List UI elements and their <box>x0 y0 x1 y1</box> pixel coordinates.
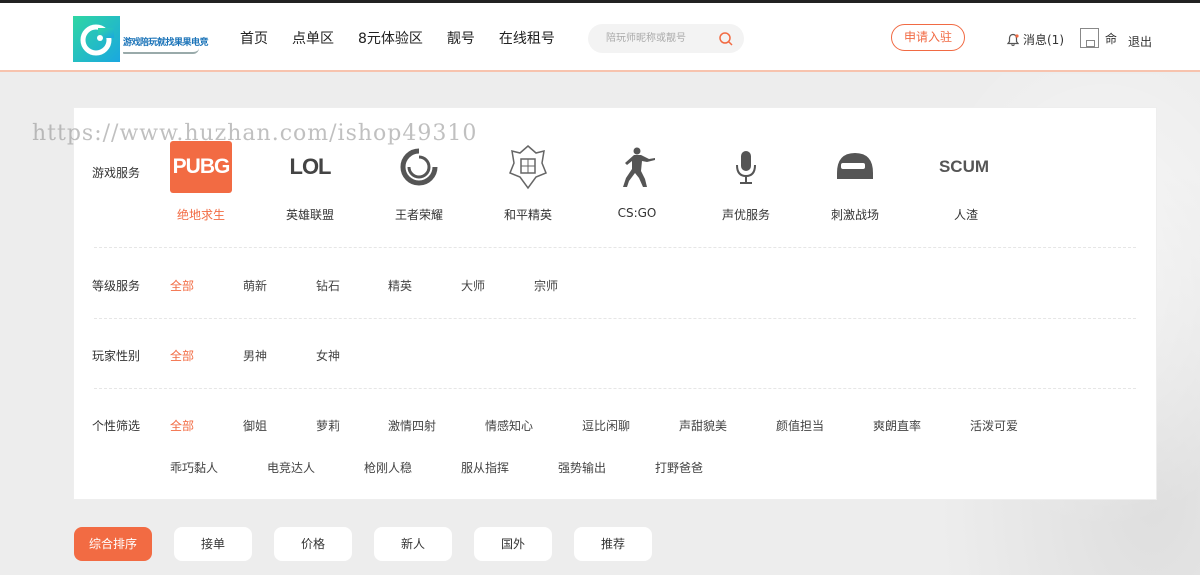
personality-tag[interactable]: 激情四射 <box>388 417 436 434</box>
nav-account-rental[interactable]: 在线租号 <box>499 28 555 48</box>
helmet-icon[interactable] <box>824 141 886 193</box>
game-peace-elite[interactable]: 和平精英 <box>488 206 568 223</box>
personality-label: 个性筛选 <box>92 419 141 433</box>
honor-of-kings-icon[interactable] <box>388 141 450 193</box>
sort-recommended-button[interactable]: 推荐 <box>574 527 652 561</box>
bell-icon <box>1006 33 1020 46</box>
level-all[interactable]: 全部 <box>170 277 194 294</box>
sort-overall-button[interactable]: 综合排序 <box>74 527 152 561</box>
personality-tag[interactable]: 颜值担当 <box>776 417 824 434</box>
personality-tag[interactable]: 情感知心 <box>485 417 533 434</box>
level-novice[interactable]: 萌新 <box>243 277 267 294</box>
search-icon[interactable] <box>718 31 734 47</box>
watermark-text: https://www.huzhan.com/ishop49310 <box>32 121 478 146</box>
main-nav: 首页 点单区 8元体验区 靓号 在线租号 <box>240 28 579 48</box>
personality-tag[interactable]: 强势输出 <box>558 459 606 476</box>
personality-tag[interactable]: 枪刚人稳 <box>364 459 412 476</box>
apply-join-button[interactable]: 申请入驻 <box>891 24 965 51</box>
game-scum[interactable]: 人渣 <box>926 206 1006 223</box>
user-menu[interactable]: 命 <box>1080 28 1117 48</box>
personality-tag[interactable]: 打野爸爸 <box>655 459 703 476</box>
sort-orders-button[interactable]: 接单 <box>174 527 252 561</box>
level-service-label: 等级服务 <box>92 279 141 293</box>
gender-all[interactable]: 全部 <box>170 347 194 364</box>
personality-tag[interactable]: 服从指挥 <box>461 459 509 476</box>
sort-overseas-button[interactable]: 国外 <box>474 527 552 561</box>
personality-tag[interactable]: 电竞达人 <box>267 459 315 476</box>
avatar <box>1080 28 1099 48</box>
scum-icon[interactable]: SCUM <box>933 141 995 193</box>
peace-elite-icon[interactable] <box>497 141 559 193</box>
level-diamond[interactable]: 钻石 <box>316 277 340 294</box>
gender-male[interactable]: 男神 <box>243 347 267 364</box>
game-honor-of-kings[interactable]: 王者荣耀 <box>379 206 459 223</box>
divider <box>94 388 1136 389</box>
divider <box>94 247 1136 248</box>
game-pubg[interactable]: 绝地求生 <box>161 206 241 223</box>
personality-tag[interactable]: 御姐 <box>243 417 267 434</box>
microphone-icon[interactable] <box>715 141 777 193</box>
logo-text: 游戏陪玩就找果果电竞 <box>123 38 209 48</box>
sort-price-button[interactable]: 价格 <box>274 527 352 561</box>
level-grandmaster[interactable]: 宗师 <box>534 277 558 294</box>
search-input[interactable] <box>606 30 716 47</box>
level-master[interactable]: 大师 <box>461 277 485 294</box>
nav-home[interactable]: 首页 <box>240 28 268 48</box>
sort-bar: 综合排序 接单 价格 新人 国外 推荐 <box>74 527 674 561</box>
site-header: 游戏陪玩就找果果电竞 首页 点单区 8元体验区 靓号 在线租号 申请入驻 消息(… <box>0 3 1200 72</box>
csgo-icon[interactable] <box>606 141 668 193</box>
gender-label: 玩家性别 <box>92 349 141 363</box>
personality-all[interactable]: 全部 <box>170 417 194 434</box>
level-elite[interactable]: 精英 <box>388 277 412 294</box>
game-lol[interactable]: 英雄联盟 <box>270 206 350 223</box>
gender-female[interactable]: 女神 <box>316 347 340 364</box>
personality-tag[interactable]: 萝莉 <box>316 417 340 434</box>
logo-swoosh <box>123 48 199 54</box>
user-name: 命 <box>1105 31 1118 46</box>
game-service-label: 游戏服务 <box>92 166 141 180</box>
personality-tag[interactable]: 活泼可爱 <box>970 417 1018 434</box>
nav-trial-zone[interactable]: 8元体验区 <box>358 28 423 48</box>
pubg-icon[interactable]: PUBG <box>170 141 232 193</box>
personality-tag[interactable]: 爽朗直率 <box>873 417 921 434</box>
personality-tag[interactable]: 乖巧黏人 <box>170 459 218 476</box>
logo-mark-icon <box>73 16 120 62</box>
site-logo[interactable]: 游戏陪玩就找果果电竞 <box>73 16 209 62</box>
game-battlefield[interactable]: 刺激战场 <box>815 206 895 223</box>
messages-link[interactable]: 消息(1) <box>1006 31 1064 48</box>
logout-link[interactable]: 退出 <box>1128 33 1152 50</box>
nav-order-zone[interactable]: 点单区 <box>292 28 334 48</box>
game-csgo[interactable]: CS:GO <box>597 206 677 220</box>
game-voice-service[interactable]: 声优服务 <box>706 206 786 223</box>
search-box <box>588 24 744 53</box>
personality-tag[interactable]: 声甜貌美 <box>679 417 727 434</box>
nav-premium-id[interactable]: 靓号 <box>447 28 475 48</box>
personality-tag[interactable]: 逗比闲聊 <box>582 417 630 434</box>
lol-icon[interactable]: LOL <box>279 141 341 193</box>
messages-label: 消息(1) <box>1023 33 1064 47</box>
sort-new-button[interactable]: 新人 <box>374 527 452 561</box>
filter-panel: 游戏服务 PUBG 绝地求生 LOL 英雄联盟 王者荣耀 和平精英 CS:GO <box>73 107 1157 500</box>
divider <box>94 318 1136 319</box>
